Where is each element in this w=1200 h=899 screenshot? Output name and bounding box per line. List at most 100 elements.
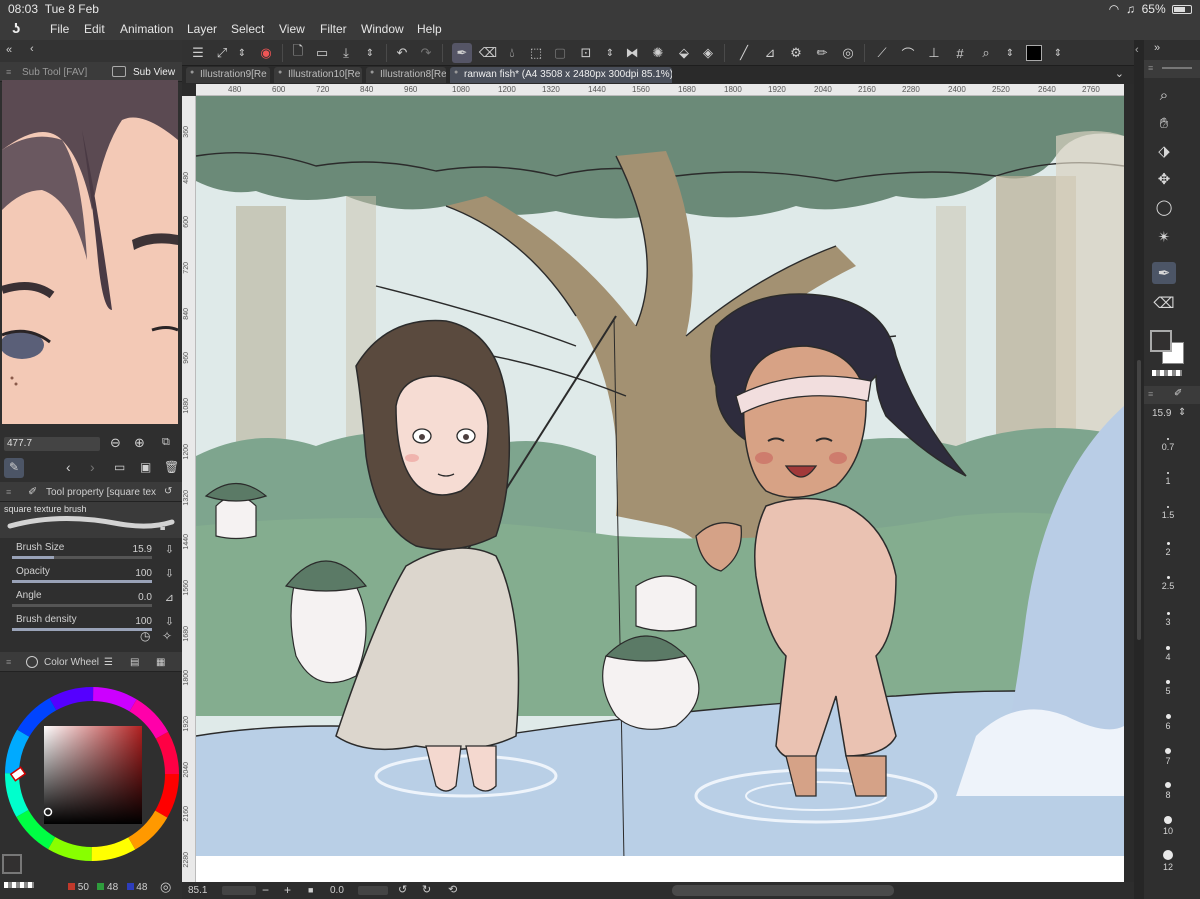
opacity-row[interactable]: Opacity 100 ⇩ — [0, 564, 182, 588]
chevron-left-icon[interactable]: ‹ — [1135, 44, 1139, 56]
angle-stepper-icon[interactable]: ⊿ — [165, 591, 174, 604]
operation-tool-icon[interactable]: ⬗ — [1152, 140, 1176, 162]
eraser-icon[interactable]: ⌫ — [478, 43, 498, 63]
brush-size-preset[interactable]: 2 — [1148, 542, 1188, 557]
previous-icon[interactable]: ‹ — [66, 459, 71, 475]
color-wheel-graphic[interactable] — [0, 674, 182, 874]
perspective-icon[interactable]: ⊥ — [924, 43, 944, 63]
right-divider[interactable]: ‹ — [1134, 40, 1144, 899]
expand-icon[interactable]: ⇕ — [600, 43, 620, 63]
chevron-down-icon[interactable]: ⌄ — [1115, 67, 1124, 80]
brush-size-preset[interactable]: 8 — [1148, 782, 1188, 800]
quick-access-icon[interactable]: ⤢ — [212, 43, 232, 63]
undo-icon[interactable]: ↶ — [392, 43, 412, 63]
zoom-slider[interactable] — [222, 886, 256, 895]
brush-size-preset[interactable]: 6 — [1148, 714, 1188, 731]
pen-tool-icon[interactable]: ✒ — [1152, 262, 1176, 284]
brush-size-preset[interactable]: 1 — [1148, 472, 1188, 486]
expand-icon[interactable]: ⇕ — [1048, 43, 1068, 63]
tab-illustration8[interactable]: Illustration8[Re — [366, 67, 446, 83]
lasso-icon[interactable]: ◯ — [1152, 196, 1176, 218]
open-folder-icon[interactable]: ▭ — [312, 43, 332, 63]
tab-subview[interactable]: Sub View — [133, 67, 175, 78]
brush-size-preset[interactable]: 7 — [1148, 748, 1188, 766]
chevrons-left-icon[interactable]: « — [6, 44, 12, 56]
brush-size-preset[interactable]: 1.5 — [1148, 506, 1188, 520]
zoom-in-icon[interactable]: ⊕ — [134, 435, 145, 451]
app-logo-icon[interactable]: ʖ — [12, 20, 32, 38]
brush-size-preset[interactable]: 2.5 — [1148, 576, 1188, 591]
horizontal-scrollbar[interactable] — [672, 885, 894, 896]
zoom-tool-icon[interactable]: ⌕ — [1152, 84, 1176, 106]
menu-select[interactable]: Select — [231, 22, 264, 36]
fit-view-icon[interactable]: ⧉ — [162, 436, 170, 449]
brush-size-preset[interactable]: 3 — [1148, 612, 1188, 627]
tab-ranwan-fish[interactable]: ranwan fish* (A4 3508 x 2480px 300dpi 85… — [450, 67, 672, 83]
hand-tool-icon[interactable]: ✋︎ — [1152, 112, 1176, 134]
magic-wand-icon[interactable]: ✺ — [648, 43, 668, 63]
color-history-tab-icon[interactable]: ▦ — [156, 657, 165, 668]
main-color-swatch[interactable] — [1150, 330, 1172, 352]
menu-window[interactable]: Window — [361, 22, 404, 36]
drawing-canvas[interactable] — [196, 96, 1124, 882]
new-file-icon[interactable]: 🗋 — [288, 43, 308, 63]
tab-subtool-fav[interactable]: Sub Tool [FAV] — [22, 67, 106, 78]
rotation-slider[interactable] — [358, 886, 388, 895]
zoom-out-icon[interactable]: ⊖ — [110, 435, 121, 451]
trash-icon[interactable]: 🗑 — [164, 460, 179, 474]
color-wheel-title[interactable]: Color Wheel — [44, 657, 99, 668]
chevrons-right-icon[interactable]: » — [1154, 42, 1160, 54]
canvas-artwork[interactable] — [196, 96, 1124, 882]
menu-filter[interactable]: Filter — [320, 22, 347, 36]
vertical-scrollbar[interactable] — [1137, 360, 1141, 640]
eyedropper-icon[interactable]: ✎ — [4, 458, 24, 478]
brush-size-field[interactable]: 15.9 ⇕ — [1144, 406, 1200, 424]
fit-icon[interactable]: ■ — [308, 885, 313, 895]
opacity-slider[interactable] — [12, 580, 152, 583]
selection-icon[interactable]: ⬚ — [526, 43, 546, 63]
redo-icon[interactable]: ↷ — [416, 43, 436, 63]
zoom-icon[interactable]: ⌕ — [976, 43, 996, 63]
zoom-out-icon[interactable]: − — [262, 883, 269, 897]
flip-icon[interactable]: ⧓ — [622, 43, 642, 63]
menu-help[interactable]: Help — [417, 22, 442, 36]
menu-animation[interactable]: Animation — [120, 22, 173, 36]
color-mode-icon[interactable]: ◉ — [256, 43, 276, 63]
brush-size-preset[interactable]: 4 — [1148, 646, 1188, 662]
ruler-pen-icon[interactable]: ✏ — [812, 43, 832, 63]
brush-preview[interactable]: square texture brush 🔒︎ — [0, 502, 182, 538]
reset-icon[interactable]: ↺ — [164, 486, 172, 497]
zoom-in-icon[interactable]: + — [284, 883, 291, 897]
open-folder-icon[interactable]: ▭ — [114, 460, 125, 474]
subview-preview[interactable] — [2, 80, 178, 424]
brush-size-slider[interactable] — [12, 556, 152, 559]
color-mode-icon[interactable]: ◎ — [160, 879, 171, 895]
color-set-tab-icon[interactable]: ▤ — [130, 657, 139, 668]
main-color-swatch[interactable] — [2, 854, 22, 874]
transform-icon[interactable]: ⊡ — [576, 43, 596, 63]
expand-icon[interactable]: ⇕ — [1000, 43, 1020, 63]
layer-mask-icon[interactable]: ⊿ — [760, 43, 780, 63]
move-layer-icon[interactable]: ✥ — [1152, 168, 1176, 190]
angle-slider[interactable] — [12, 604, 152, 607]
pen-tool-icon[interactable]: ✒ — [452, 43, 472, 63]
tab-illustration10[interactable]: Illustration10[Re — [274, 67, 362, 83]
rotate-left-icon[interactable]: ↺ — [398, 883, 407, 896]
clear-selection-icon[interactable]: ▢ — [550, 43, 570, 63]
blend-icon[interactable]: 💧︎ — [502, 43, 522, 63]
lock-icon[interactable]: 🔒︎ — [160, 522, 165, 533]
menu-view[interactable]: View — [279, 22, 305, 36]
rotate-right-icon[interactable]: ↻ — [422, 883, 431, 896]
ruler-horizontal[interactable]: 480 600 720 840 960 1080 1200 1320 1440 … — [196, 84, 1124, 96]
angle-row[interactable]: Angle 0.0 ⊿ — [0, 588, 182, 612]
zoom-value[interactable]: 85.1 — [188, 885, 207, 896]
menu-layer[interactable]: Layer — [187, 22, 217, 36]
opacity-stepper-icon[interactable]: ⇩ — [165, 567, 174, 580]
symmetry-icon[interactable]: ◎ — [838, 43, 858, 63]
menu-edit[interactable]: Edit — [84, 22, 105, 36]
wrench-icon[interactable]: ✧ — [162, 629, 172, 643]
eraser-icon[interactable]: ⌫ — [1152, 292, 1176, 314]
settings-icon[interactable]: ◷ — [140, 629, 150, 643]
color-slider-tab-icon[interactable]: ☰ — [104, 657, 113, 668]
add-image-icon[interactable]: ▣ — [140, 460, 151, 474]
